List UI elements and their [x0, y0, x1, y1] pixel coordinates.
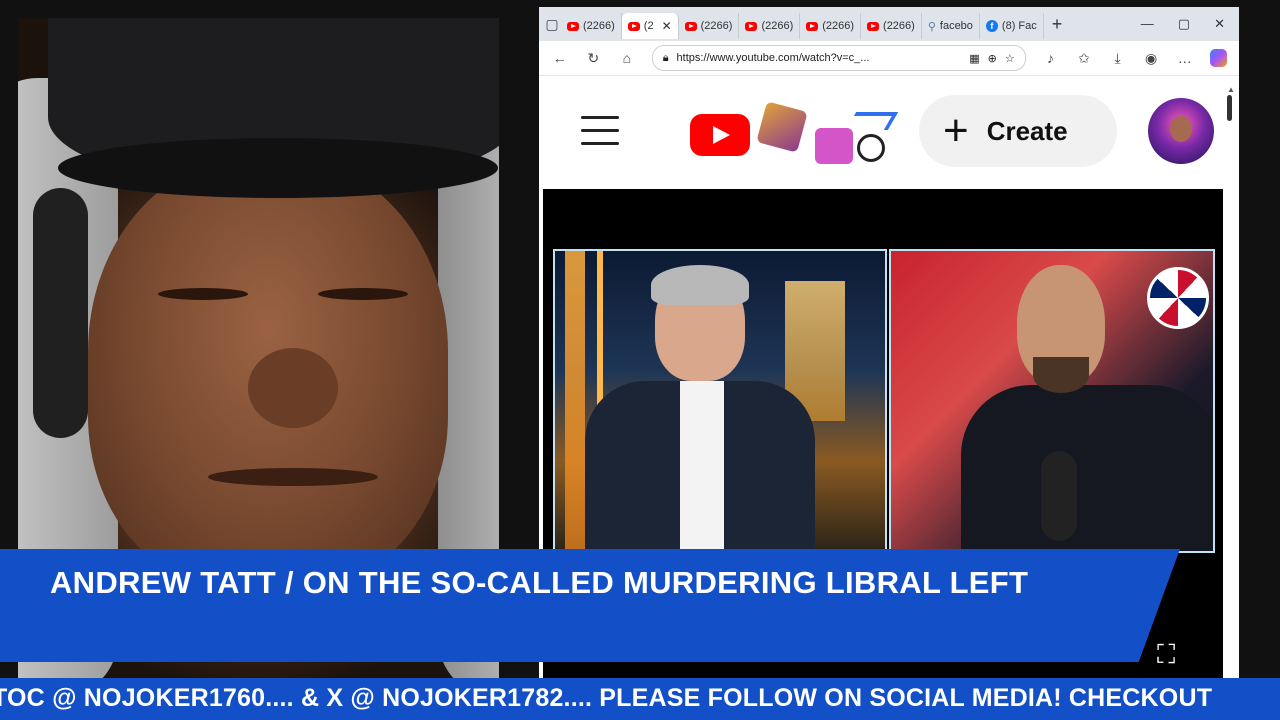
tab-label: (2266): [700, 20, 733, 32]
youtube-icon: [627, 21, 640, 31]
scrollbar[interactable]: [1227, 95, 1232, 121]
zoom-icon[interactable]: ⊕: [988, 52, 997, 65]
favorite-star-icon[interactable]: ☆: [1005, 52, 1015, 65]
youtube-icon: [806, 21, 819, 31]
youtube-logo[interactable]: [690, 114, 750, 156]
tab-label: (2266): [583, 20, 615, 32]
headphone: [33, 188, 88, 438]
reader-icon[interactable]: ▦: [969, 52, 979, 65]
union-jack-badge-icon: [1147, 267, 1209, 329]
menu-icon[interactable]: [581, 116, 619, 155]
minimize-icon[interactable]: —: [1141, 16, 1154, 32]
browser-tab[interactable]: (2266): [861, 13, 922, 39]
youtube-icon: [745, 21, 758, 31]
profile-icon[interactable]: ◉: [1142, 50, 1160, 67]
host-figure: [585, 265, 815, 551]
news-ticker: TOC @ NOJOKER1760.... & X @ NOJOKER1782.…: [0, 678, 1280, 720]
back-icon[interactable]: ←: [551, 50, 569, 66]
tab-label: (8) Fac: [1001, 20, 1037, 32]
nose: [248, 348, 338, 428]
plus-icon: +: [943, 106, 969, 155]
window-controls: — ▢ ✕: [1141, 16, 1239, 32]
video-right-panel: [889, 249, 1215, 553]
browser-tab[interactable]: (2266): [800, 13, 862, 39]
avatar[interactable]: [1148, 98, 1214, 164]
tab-label: (2266): [761, 20, 794, 32]
close-window-icon[interactable]: ✕: [1214, 16, 1225, 32]
create-button[interactable]: + Create: [919, 95, 1117, 167]
maximize-icon[interactable]: ▢: [1178, 16, 1190, 32]
beard: [1033, 357, 1089, 393]
tab-label: (2266): [883, 20, 915, 32]
magnifier-doodle-icon: [857, 134, 885, 162]
address-bar[interactable]: 🔒︎ https://www.youtube.com/watch?v=c_...…: [651, 45, 1026, 71]
lower-third-banner: ANDREW TATT / ON THE SO-CALLED MURDERING…: [0, 549, 1180, 662]
tab-actions-icon[interactable]: ▢: [543, 16, 561, 33]
browser-tab[interactable]: (2266): [739, 13, 801, 39]
more-icon[interactable]: …: [1176, 50, 1194, 66]
studio-light: [565, 251, 585, 551]
copilot-icon[interactable]: [1209, 49, 1228, 67]
youtube-icon: [567, 21, 579, 31]
youtube-icon: [867, 21, 880, 31]
cap-brim: [58, 138, 498, 198]
banner-title: ANDREW TATT / ON THE SO-CALLED MURDERING…: [50, 565, 1029, 600]
favorites-icon[interactable]: ✩: [1075, 50, 1093, 67]
scroll-up-icon[interactable]: ▲: [1227, 85, 1235, 94]
address-text: https://www.youtube.com/watch?v=c_...: [676, 52, 870, 64]
youtube-icon: [684, 21, 697, 31]
browser-tab[interactable]: (2266): [679, 13, 740, 39]
browser-tab[interactable]: ⚲ facebo: [922, 13, 980, 39]
download-icon[interactable]: ⤓: [1109, 50, 1127, 67]
lock-icon: 🔒︎: [662, 51, 669, 64]
tab-label: (2: [643, 20, 654, 32]
puzzle-doodle-icon: [815, 128, 853, 164]
browser-tab[interactable]: (2266): [561, 13, 622, 39]
mouth: [208, 468, 378, 486]
body: [961, 385, 1213, 551]
search-icon: ⚲: [927, 20, 936, 33]
fullscreen-icon[interactable]: ⛶: [1157, 639, 1175, 671]
close-tab-icon[interactable]: ✕: [662, 19, 672, 33]
create-label: Create: [986, 115, 1068, 146]
browser-tab[interactable]: f (8) Fac: [980, 13, 1044, 39]
navigation-bar: ← ↻ ⌂ 🔒︎ https://www.youtube.com/watch?v…: [539, 41, 1239, 76]
refresh-icon[interactable]: ↻: [585, 50, 603, 67]
eye-left: [158, 288, 248, 300]
video-left-panel: [553, 249, 887, 553]
tab-label: (2266): [822, 20, 855, 32]
microphone-icon: [1041, 451, 1077, 541]
tab-bar: ▢ (2266) (2 ✕ (2266) (2266) (2266) (2266…: [539, 7, 1239, 41]
home-icon[interactable]: ⌂: [618, 50, 636, 66]
extensions-icon[interactable]: ♪: [1042, 50, 1060, 66]
checkmark-doodle-icon: [845, 112, 899, 130]
hair: [651, 265, 749, 305]
ticker-text: TOC @ NOJOKER1760.... & X @ NOJOKER1782.…: [0, 684, 1213, 712]
tab-label: facebo: [939, 20, 973, 32]
youtube-header: [539, 76, 1239, 188]
browser-tab-active[interactable]: (2 ✕: [621, 13, 679, 39]
facebook-icon: f: [985, 20, 998, 32]
puzzle-doodle-icon: [756, 101, 808, 153]
eye-right: [318, 288, 408, 300]
shirt: [680, 381, 724, 551]
new-tab-icon[interactable]: +: [1052, 14, 1063, 35]
